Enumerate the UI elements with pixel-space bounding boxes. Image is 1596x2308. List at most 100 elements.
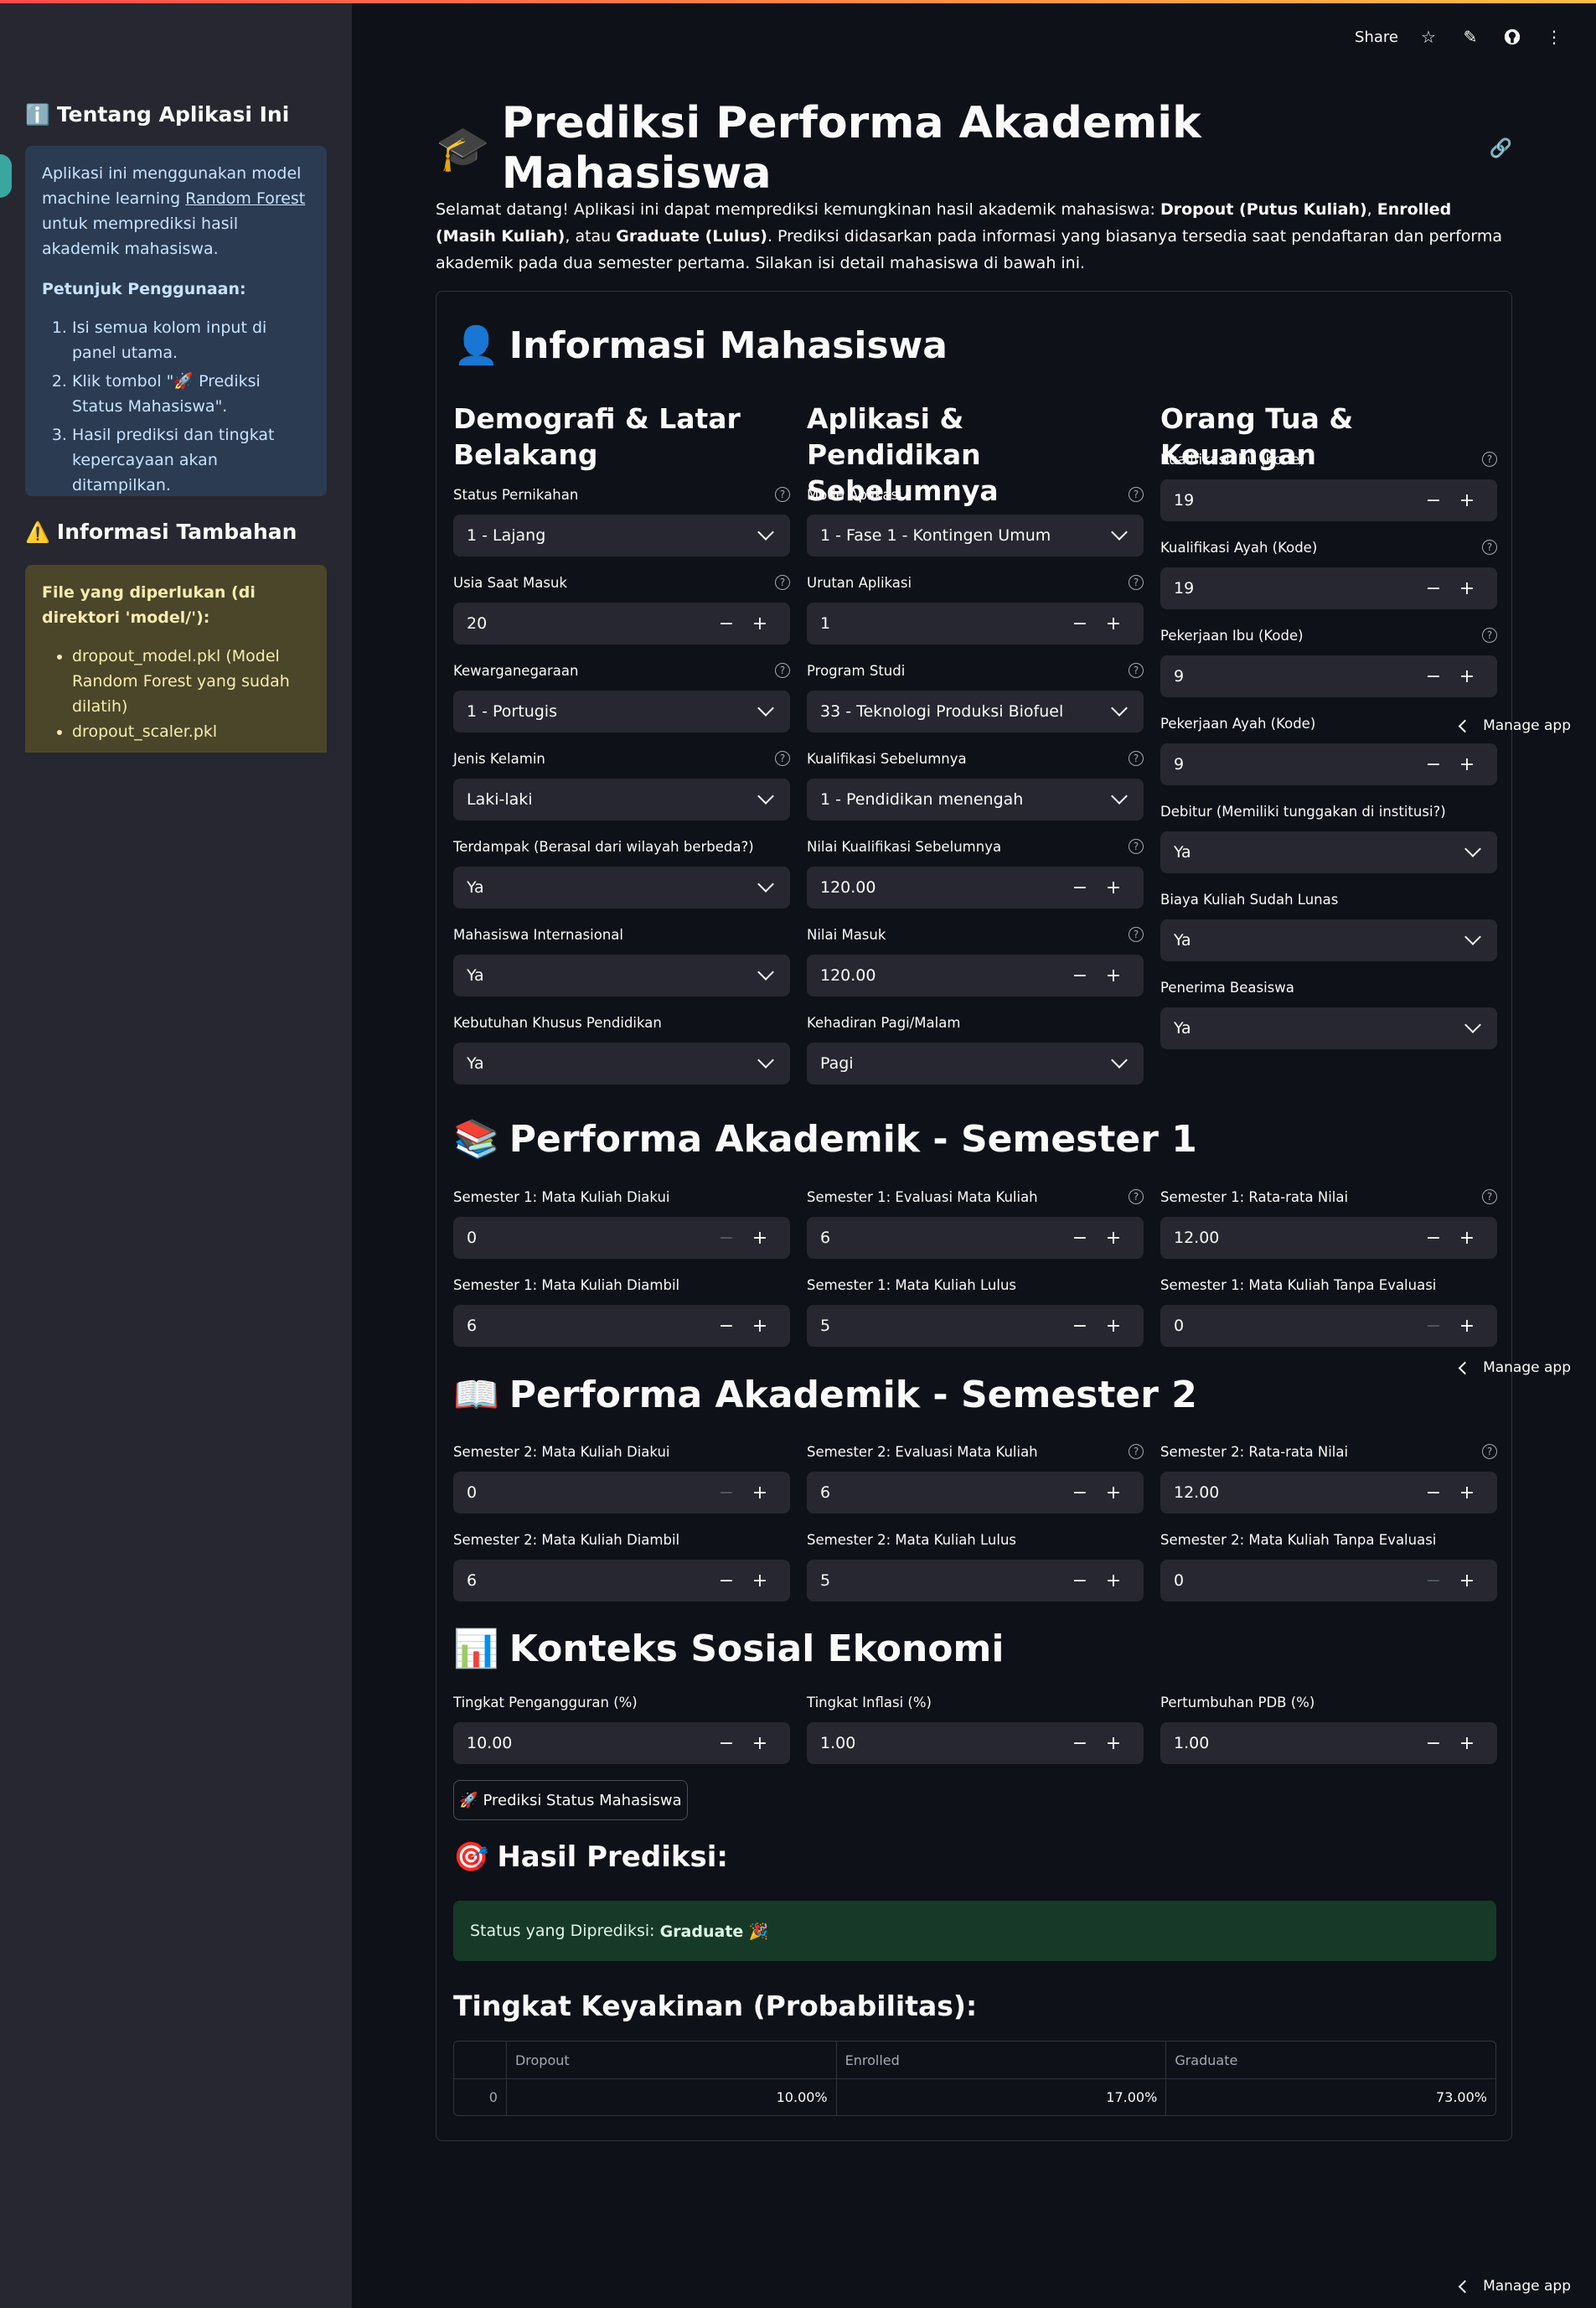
chevron-down-icon[interactable] [1111, 700, 1128, 717]
chevron-down-icon[interactable] [757, 876, 774, 893]
number-input[interactable]: 0− + [453, 1217, 790, 1259]
help-icon[interactable]: ? [1129, 663, 1144, 678]
increment-button[interactable]: + [1450, 754, 1484, 775]
decrement-button[interactable]: − [710, 1483, 743, 1503]
input-value[interactable]: 5 [820, 1317, 1063, 1335]
increment-button[interactable]: + [1450, 1733, 1484, 1754]
predict-button[interactable]: 🚀 Prediksi Status Mahasiswa [453, 1780, 688, 1820]
input-value[interactable]: 0 [467, 1229, 710, 1247]
decrement-button[interactable]: − [1063, 1733, 1097, 1754]
input-value[interactable]: 12.00 [1174, 1483, 1417, 1502]
random-forest-link[interactable]: Random Forest [185, 189, 305, 208]
select-value[interactable]: 1 - Fase 1 - Kontingen Umum [820, 526, 1113, 545]
select-box[interactable]: Ya [1160, 831, 1497, 873]
increment-button[interactable]: + [743, 1228, 777, 1249]
chevron-down-icon[interactable] [757, 964, 774, 981]
increment-button[interactable]: + [1450, 1228, 1484, 1249]
decrement-button[interactable]: − [1417, 578, 1450, 599]
select-value[interactable]: Ya [1174, 931, 1467, 950]
number-input[interactable]: 12.00− + [1160, 1472, 1497, 1514]
help-icon[interactable]: ? [1482, 540, 1497, 555]
number-input[interactable]: 9− + [1160, 743, 1497, 785]
select-box[interactable]: 1 - Pendidikan menengah [807, 779, 1144, 820]
decrement-button[interactable]: − [1063, 1483, 1097, 1503]
table-cell[interactable]: 17.00% [835, 2079, 1166, 2115]
input-value[interactable]: 1.00 [820, 1734, 1063, 1752]
input-value[interactable]: 5 [820, 1571, 1063, 1590]
input-value[interactable]: 19 [1174, 491, 1417, 510]
select-value[interactable]: 1 - Pendidikan menengah [820, 790, 1113, 809]
select-value[interactable]: Pagi [820, 1054, 1113, 1073]
input-value[interactable]: 1.00 [1174, 1734, 1417, 1752]
table-cell[interactable]: 10.00% [505, 2079, 836, 2115]
manage-app-button[interactable]: Manage app [1458, 1359, 1571, 1376]
probability-table[interactable]: Dropout Enrolled Graduate 0 10.00% 17.00… [453, 2041, 1496, 2116]
increment-button[interactable]: + [743, 1483, 777, 1503]
input-value[interactable]: 9 [1174, 667, 1417, 686]
select-value[interactable]: 1 - Lajang [467, 526, 760, 545]
help-icon[interactable]: ? [1482, 1444, 1497, 1459]
chevron-down-icon[interactable] [1111, 524, 1128, 541]
help-icon[interactable]: ? [1482, 1189, 1497, 1204]
decrement-button[interactable]: − [710, 1316, 743, 1337]
table-column-header[interactable]: Graduate [1165, 2041, 1495, 2078]
increment-button[interactable]: + [743, 1316, 777, 1337]
number-input[interactable]: 120.00− + [807, 955, 1144, 996]
decrement-button[interactable]: − [710, 1228, 743, 1249]
input-value[interactable]: 6 [820, 1229, 1063, 1247]
decrement-button[interactable]: − [1417, 666, 1450, 687]
number-input[interactable]: 0− + [1160, 1305, 1497, 1347]
number-input[interactable]: 5− + [807, 1560, 1144, 1602]
help-icon[interactable]: ? [775, 575, 790, 590]
input-value[interactable]: 10.00 [467, 1734, 710, 1752]
increment-button[interactable]: + [1450, 578, 1484, 599]
decrement-button[interactable]: − [1063, 1316, 1097, 1337]
input-value[interactable]: 9 [1174, 755, 1417, 774]
select-box[interactable]: Laki-laki [453, 779, 790, 820]
number-input[interactable]: 6− + [807, 1217, 1144, 1259]
decrement-button[interactable]: − [1417, 1228, 1450, 1249]
input-value[interactable]: 0 [1174, 1317, 1417, 1335]
select-value[interactable]: Laki-laki [467, 790, 760, 809]
input-value[interactable]: 120.00 [820, 966, 1063, 985]
help-icon[interactable]: ? [1129, 487, 1144, 502]
decrement-button[interactable]: − [1417, 754, 1450, 775]
help-icon[interactable]: ? [1129, 751, 1144, 766]
increment-button[interactable]: + [1097, 965, 1130, 986]
select-box[interactable]: 33 - Teknologi Produksi Biofuel [807, 691, 1144, 732]
select-value[interactable]: 33 - Teknologi Produksi Biofuel [820, 702, 1113, 721]
select-value[interactable]: Ya [1174, 1019, 1467, 1038]
chevron-down-icon[interactable] [1464, 929, 1481, 945]
chevron-down-icon[interactable] [1464, 1017, 1481, 1033]
input-value[interactable]: 6 [820, 1483, 1063, 1502]
input-value[interactable]: 6 [467, 1571, 710, 1590]
help-icon[interactable]: ? [775, 751, 790, 766]
select-box[interactable]: 1 - Lajang [453, 515, 790, 556]
select-box[interactable]: Ya [1160, 1007, 1497, 1049]
chevron-down-icon[interactable] [1111, 788, 1128, 805]
number-input[interactable]: 6− + [807, 1472, 1144, 1514]
edit-icon[interactable]: ✎ [1459, 25, 1482, 49]
input-value[interactable]: 20 [467, 614, 710, 633]
increment-button[interactable]: + [743, 1571, 777, 1591]
number-input[interactable]: 0− + [1160, 1560, 1497, 1602]
number-input[interactable]: 10.00− + [453, 1722, 790, 1764]
manage-app-button[interactable]: Manage app [1458, 717, 1571, 734]
decrement-button[interactable]: − [1417, 1571, 1450, 1591]
input-value[interactable]: 12.00 [1174, 1229, 1417, 1247]
star-icon[interactable]: ☆ [1417, 25, 1440, 49]
table-column-header[interactable]: Dropout [505, 2041, 836, 2078]
input-value[interactable]: 120.00 [820, 878, 1063, 897]
chevron-down-icon[interactable] [1464, 841, 1481, 857]
decrement-button[interactable]: − [1063, 965, 1097, 986]
decrement-button[interactable]: − [1063, 1571, 1097, 1591]
help-icon[interactable]: ? [775, 663, 790, 678]
help-icon[interactable]: ? [775, 487, 790, 502]
input-value[interactable]: 1 [820, 614, 1063, 633]
chevron-down-icon[interactable] [757, 1052, 774, 1069]
increment-button[interactable]: + [1097, 1316, 1130, 1337]
number-input[interactable]: 1.00− + [1160, 1722, 1497, 1764]
chevron-down-icon[interactable] [757, 524, 774, 541]
decrement-button[interactable]: − [1063, 613, 1097, 634]
decrement-button[interactable]: − [710, 1733, 743, 1754]
